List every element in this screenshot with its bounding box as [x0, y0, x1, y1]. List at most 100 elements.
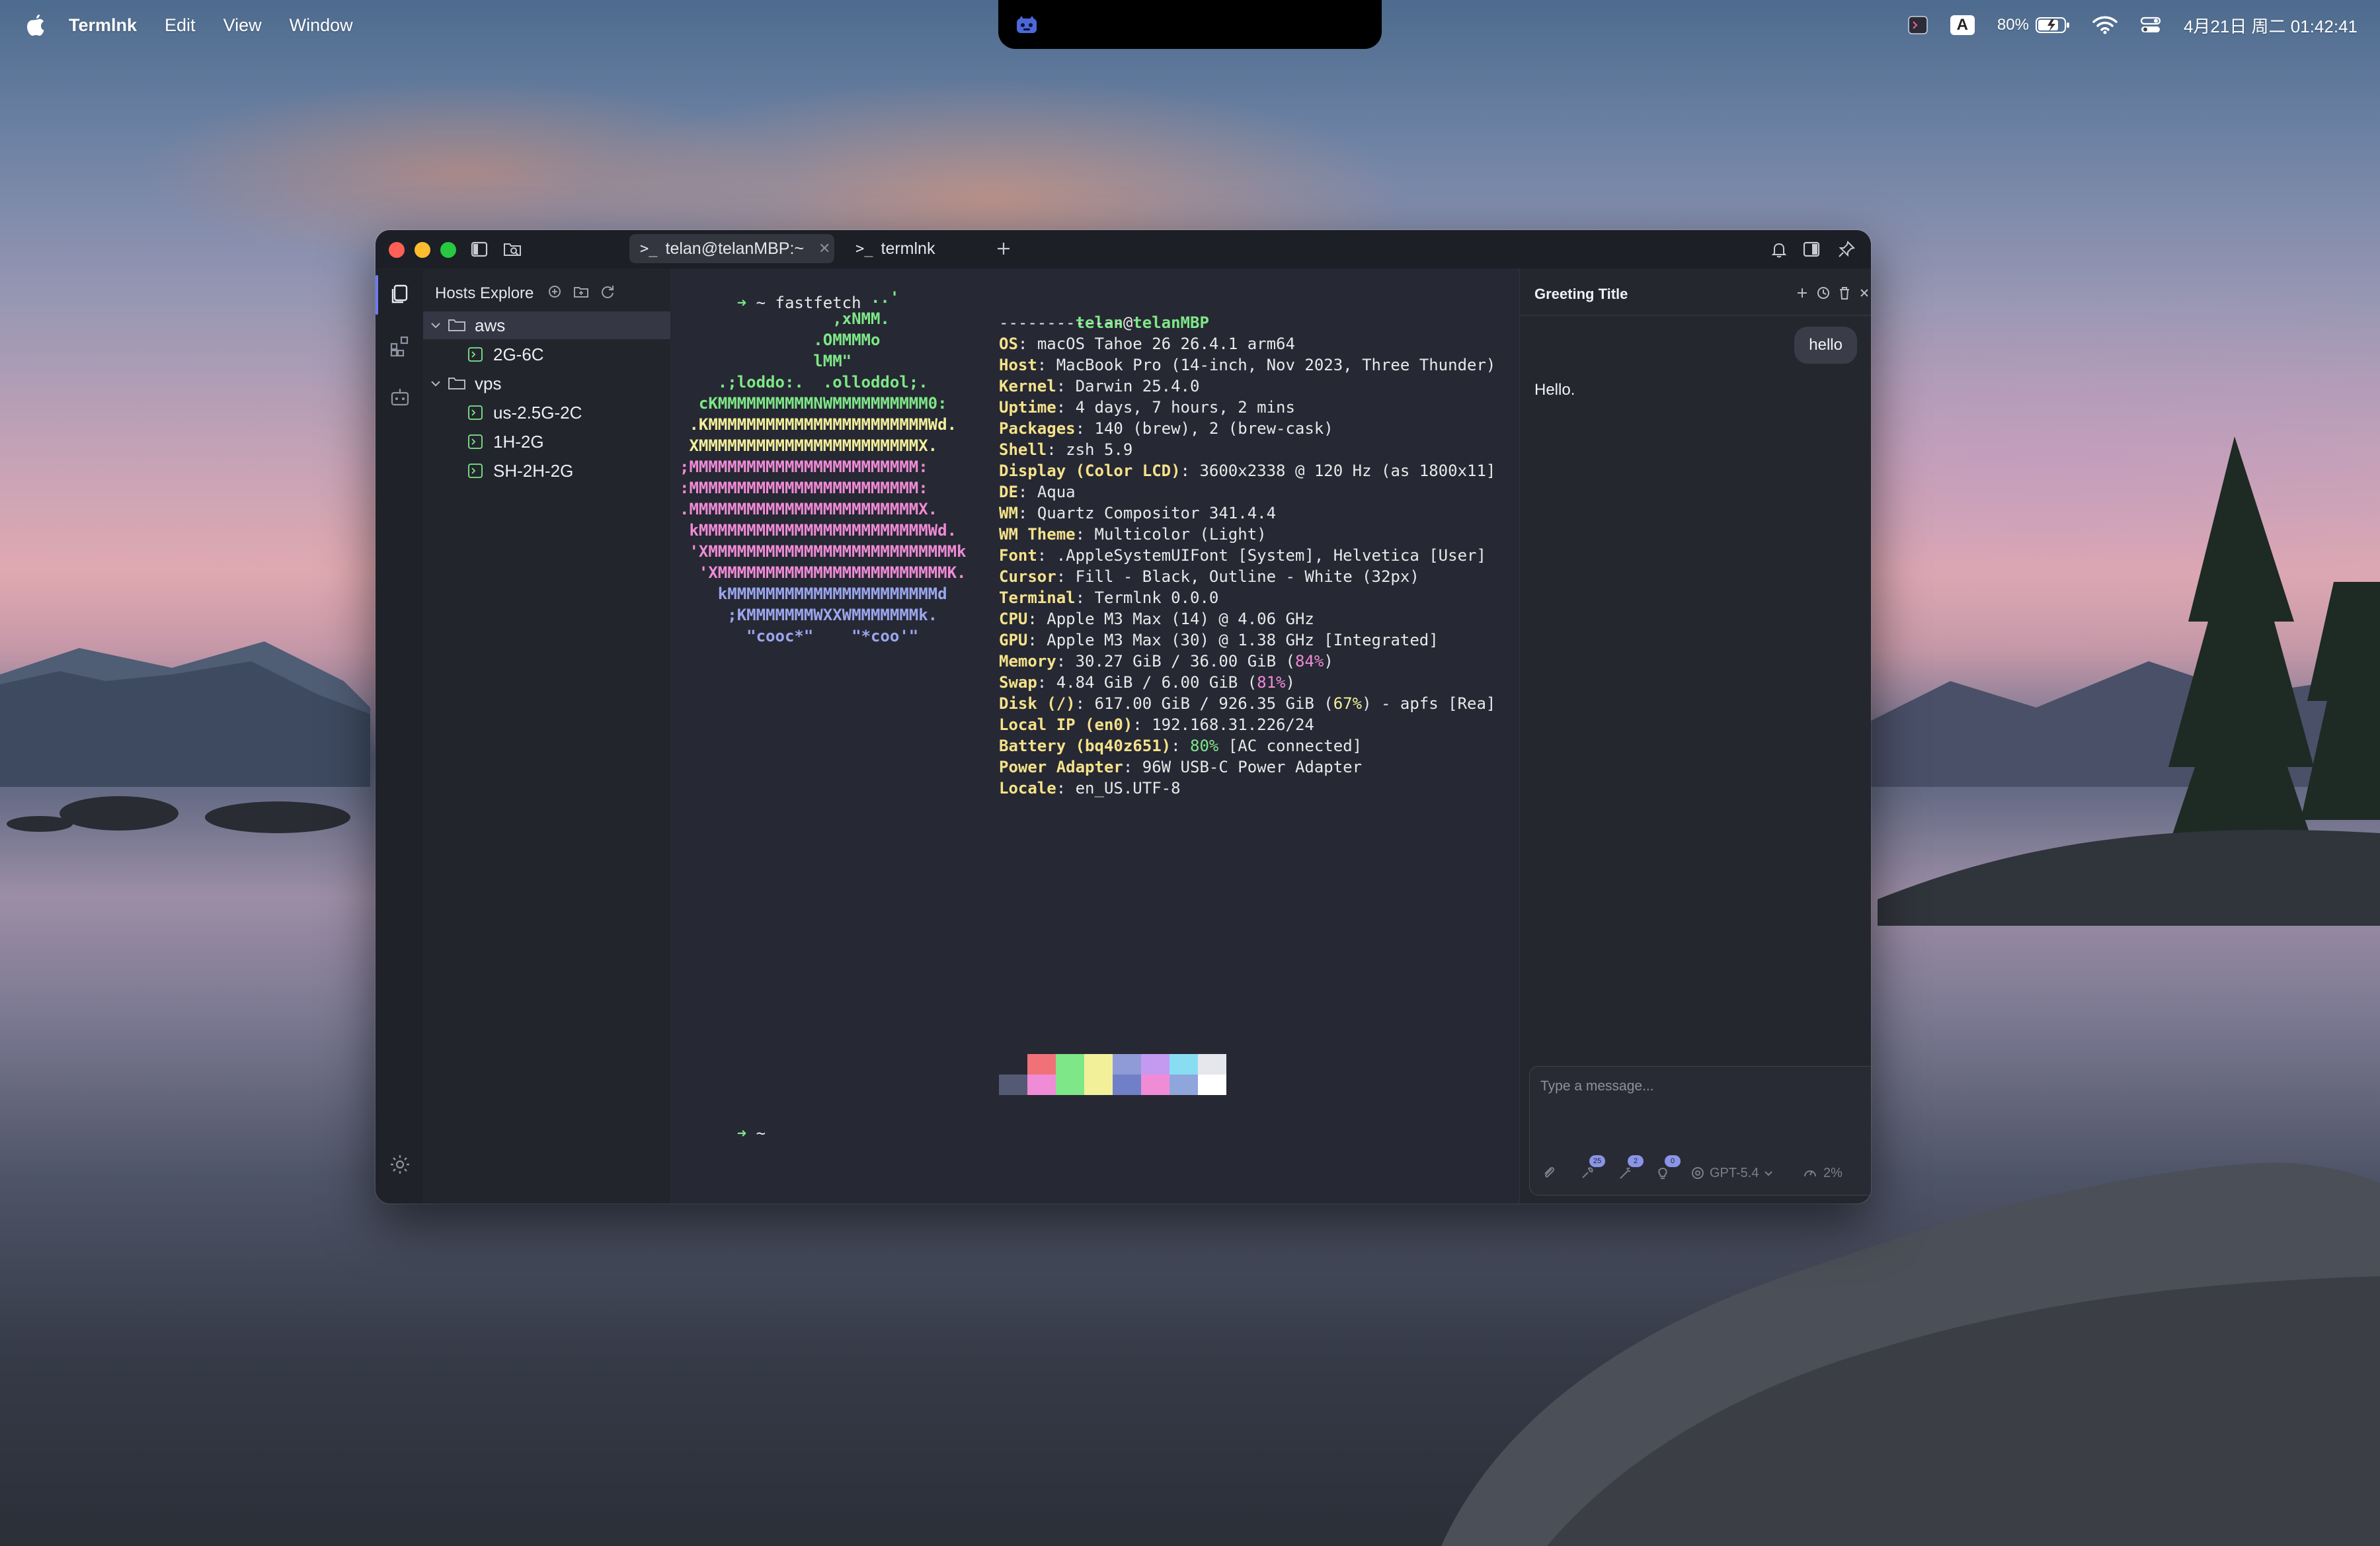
menu-app-name[interactable]: Termlnk [69, 15, 137, 36]
close-window-button[interactable] [389, 242, 405, 258]
history-icon[interactable] [1815, 284, 1832, 302]
info-value: Aqua [1037, 483, 1076, 501]
folder-aws[interactable]: aws [423, 311, 670, 339]
terminal-status-icon[interactable] [1907, 16, 1928, 34]
camera-notch [998, 0, 1382, 49]
palette-swatch [999, 1075, 1027, 1095]
host-terminal-icon [468, 405, 483, 420]
tools-button[interactable]: 25 [1579, 1155, 1605, 1183]
extensions-icon[interactable] [389, 335, 411, 357]
host-label: us-2.5G-2C [493, 402, 582, 423]
info-value: Apple M3 Max (14) @ 4.06 GHz [1047, 610, 1314, 628]
model-name: GPT-5.4 [1710, 1165, 1759, 1180]
info-key: WM [999, 504, 1018, 522]
info-row: Locale: en_US.UTF-8 [999, 779, 1181, 797]
folder-icon [448, 319, 465, 331]
info-row: Terminal: Termlnk 0.0.0 [999, 589, 1219, 607]
host-label: 2G-6C [493, 344, 544, 364]
info-rows: OS: macOS Tahoe 26 26.4.1 arm64 Host: Mac… [999, 333, 1495, 799]
host-sh-2h-2g[interactable]: SH-2H-2G [423, 457, 670, 485]
info-row: Swap: 4.84 GiB / 6.00 GiB (81%) [999, 673, 1295, 692]
logo-line: .OMMMMo [680, 331, 881, 349]
fastfetch-info: telan@telanMBP ------------- OS: macOS T… [999, 291, 1495, 799]
info-row: Cursor: Fill - Black, Outline - White (3… [999, 567, 1419, 586]
info-row: OS: macOS Tahoe 26 26.4.1 arm64 [999, 335, 1295, 353]
info-key: Uptime [999, 398, 1056, 417]
terminal-view[interactable]: ➜ ~ fastfetch ..' ,xNMM. .OMMMMo lMM" .;… [670, 268, 1519, 1203]
attach-paperclip-icon[interactable] [1540, 1163, 1558, 1183]
battery-status[interactable]: 80% [1997, 16, 2070, 34]
info-value: Quartz Compositor 341.4.4 [1037, 504, 1277, 522]
pin-icon[interactable] [1837, 239, 1856, 259]
info-row: Packages: 140 (brew), 2 (brew-cask) [999, 419, 1333, 438]
chevron-down-icon [1765, 1171, 1773, 1176]
info-value: 3600x2338 @ 120 Hz (as 1800x11] [1199, 462, 1496, 480]
folder-vps[interactable]: vps [423, 370, 670, 397]
new-chat-icon[interactable] [1794, 284, 1811, 302]
logo-line: ..' [680, 288, 900, 307]
new-tab-icon[interactable] [992, 237, 1015, 261]
minimize-window-button[interactable] [415, 242, 430, 258]
menu-view[interactable]: View [223, 15, 262, 36]
explorer-files-icon[interactable] [389, 283, 411, 305]
info-value: Multicolor (Light) [1094, 525, 1267, 544]
toggle-right-panel-icon[interactable] [1802, 239, 1821, 259]
notification-bell-icon[interactable] [1769, 239, 1789, 259]
info-row: DE: Aqua [999, 483, 1076, 501]
host-2g-6c[interactable]: 2G-6C [423, 341, 670, 368]
tab-telan-home[interactable]: >_ telan@telanMBP:~ ✕ [629, 234, 834, 263]
chat-input-box[interactable]: Type a message... 25 2 0 GPT-5.4 2% [1529, 1066, 1871, 1196]
zoom-window-button[interactable] [440, 242, 456, 258]
wifi-icon[interactable] [2092, 16, 2118, 34]
host-1h-2g[interactable]: 1H-2G [423, 428, 670, 456]
prompt-arrow: ➜ [736, 1124, 747, 1143]
delete-trash-icon[interactable] [1836, 284, 1853, 302]
toggle-sidebar-icon[interactable] [469, 239, 489, 259]
palette-swatch [1056, 1075, 1084, 1095]
add-host-icon[interactable] [546, 283, 563, 300]
input-source-badge[interactable]: A [1950, 15, 1975, 35]
tools-count-badge: 25 [1589, 1155, 1605, 1167]
model-selector[interactable]: GPT-5.4 [1690, 1163, 1774, 1183]
control-center-icon[interactable] [2140, 16, 2161, 34]
menubar-clock[interactable]: 4月21日 周二 01:42:41 [2184, 13, 2358, 38]
palette-swatch [999, 1054, 1027, 1075]
info-value: MacBook Pro (14-inch, Nov 2023, Three Th… [1056, 356, 1496, 374]
logo-line: kMMMMMMMMMMMMMMMMMMMMMMd [680, 585, 947, 603]
user-host-line: telan@telanMBP [999, 291, 1495, 332]
lightbulb-icon [1658, 1167, 1667, 1179]
info-row: GPU: Apple M3 Max (30) @ 1.38 GHz [Integ… [999, 631, 1439, 649]
hints-button[interactable]: 0 [1654, 1155, 1681, 1183]
close-panel-icon[interactable] [1856, 284, 1871, 302]
new-folder-icon[interactable] [573, 283, 590, 300]
info-row: Display (Color LCD): 3600x2338 @ 120 Hz … [999, 462, 1496, 480]
info-key: Disk (/) [999, 694, 1076, 713]
info-key: Memory [999, 652, 1056, 671]
apple-logo-icon[interactable] [25, 13, 46, 37]
folder-icon [448, 378, 465, 389]
info-key: Shell [999, 440, 1047, 459]
menu-edit[interactable]: Edit [165, 15, 196, 36]
logo-line: lMM" [680, 352, 852, 370]
logo-line: .;loddo:. .olloddol;. [680, 373, 928, 391]
skills-button[interactable]: 2 [1617, 1155, 1644, 1183]
skills-count-badge: 2 [1628, 1155, 1644, 1167]
tab-termlnk[interactable]: >_ termlnk [845, 234, 977, 263]
robot-agent-icon[interactable] [389, 386, 411, 409]
menu-window[interactable]: Window [290, 15, 353, 36]
settings-gear-icon[interactable] [389, 1153, 411, 1176]
hints-count-badge: 0 [1665, 1155, 1681, 1167]
info-row: WM Theme: Multicolor (Light) [999, 525, 1267, 544]
refresh-icon[interactable] [599, 283, 616, 300]
info-key: GPU [999, 631, 1028, 649]
host-us-2-5g-2c[interactable]: us-2.5G-2C [423, 399, 670, 427]
prompt-line: ➜ ~ [680, 1106, 766, 1161]
palette-swatch [1170, 1054, 1198, 1075]
folder-search-icon[interactable] [502, 239, 522, 259]
close-tab-icon[interactable]: ✕ [818, 240, 830, 257]
palette-swatch [1027, 1075, 1056, 1095]
info-row: CPU: Apple M3 Max (14) @ 4.06 GHz [999, 610, 1314, 628]
terminal-prompt-icon: >_ [640, 240, 658, 257]
app-status-icon[interactable] [1015, 15, 1039, 34]
info-value: 192.168.31.226/24 [1152, 715, 1314, 734]
